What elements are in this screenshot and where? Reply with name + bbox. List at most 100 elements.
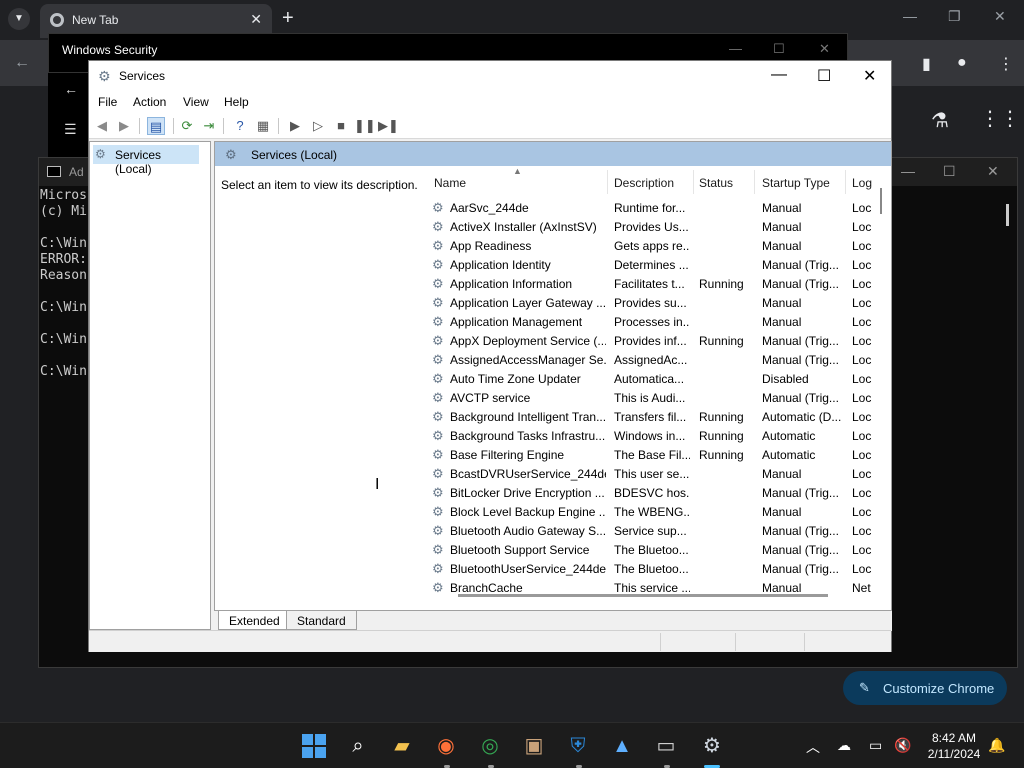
services-minimize-icon[interactable]: —	[771, 66, 787, 84]
close-icon[interactable]: ✕	[994, 8, 1006, 25]
column-header-log-on-as[interactable]: Log	[852, 176, 872, 190]
windows-security-icon[interactable]: ⛨	[563, 731, 593, 761]
hamburger-menu-icon[interactable]: ☰	[64, 121, 77, 138]
start-service-alt-icon[interactable]: ▷	[309, 117, 327, 135]
column-header-startup-type[interactable]: Startup Type	[762, 176, 830, 190]
labs-flask-icon[interactable]: ⚗	[931, 108, 949, 133]
winsec-close-icon[interactable]: ✕	[819, 41, 830, 57]
photos-icon[interactable]: ▲	[607, 731, 637, 761]
services-close-icon[interactable]: ✕	[863, 66, 876, 86]
app-icon[interactable]: ▣	[519, 731, 549, 761]
table-row[interactable]: ⚙ Application Management Processes in... Ma…	[428, 313, 891, 332]
tab-search-button[interactable]: ▼	[8, 8, 30, 30]
column-divider[interactable]	[754, 170, 755, 194]
menu-view[interactable]: View	[183, 95, 209, 109]
start-service-icon[interactable]: ▶	[286, 117, 304, 135]
table-row[interactable]: ⚙ Background Intelligent Tran... Transfers…	[428, 408, 891, 427]
onedrive-icon[interactable]: ☁	[837, 737, 851, 754]
cmd-scrollbar[interactable]	[1006, 204, 1009, 226]
back-icon[interactable]: ◀	[93, 117, 111, 135]
firefox-icon[interactable]: ◉	[431, 731, 461, 761]
stop-service-icon[interactable]: ■	[332, 117, 350, 135]
back-arrow-icon[interactable]: ←	[64, 81, 78, 97]
table-row[interactable]: ⚙ Block Level Backup Engine ... The WBENG.…	[428, 503, 891, 522]
table-row[interactable]: ⚙ AppX Deployment Service (... Provides in…	[428, 332, 891, 351]
menu-dots-icon[interactable]: ⋮	[998, 54, 1014, 74]
cell-description: The Base Fil...	[614, 448, 690, 462]
column-header-description[interactable]: Description	[614, 176, 674, 190]
table-row[interactable]: ⚙ BitLocker Drive Encryption ... BDESVC ho…	[428, 484, 891, 503]
export-list-icon[interactable]: ⇥	[200, 117, 218, 135]
cmd-close-icon[interactable]: ✕	[987, 163, 999, 180]
table-row[interactable]: ⚙ Application Information Facilitates t...…	[428, 275, 891, 294]
minimize-icon[interactable]: —	[903, 8, 917, 24]
column-divider[interactable]	[607, 170, 608, 194]
pause-service-icon[interactable]: ❚❚	[354, 117, 376, 135]
network-icon[interactable]: ▭	[869, 737, 882, 754]
file-explorer-icon[interactable]: ▰	[387, 731, 417, 761]
cell-description: Gets apps re...	[614, 239, 690, 253]
start-button[interactable]	[302, 734, 326, 758]
tab-title: New Tab	[72, 13, 119, 27]
column-header-status[interactable]: Status	[699, 176, 733, 190]
table-row[interactable]: ⚙ App Readiness Gets apps re... Manual Loc	[428, 237, 891, 256]
search-icon[interactable]: ⌕	[343, 731, 373, 761]
winsec-maximize-icon[interactable]: ☐	[773, 41, 785, 57]
services-maximize-icon[interactable]: ☐	[817, 66, 831, 86]
cell-startup: Manual (Trig...	[762, 486, 839, 500]
details-header-label: Services (Local)	[251, 148, 338, 162]
table-row[interactable]: ⚙ BcastDVRUserService_244de This user se..…	[428, 465, 891, 484]
table-row[interactable]: ⚙ AVCTP service This is Audi... Manual (Tri…	[428, 389, 891, 408]
cell-status: Running	[699, 277, 744, 291]
service-gear-icon: ⚙	[432, 200, 444, 215]
terminal-icon[interactable]: ▭	[651, 731, 681, 761]
chevron-up-icon[interactable]: ︿	[806, 737, 820, 757]
tab-standard[interactable]: Standard	[286, 611, 357, 630]
new-tab-button[interactable]: +	[282, 7, 294, 30]
profile-icon[interactable]: ●	[957, 54, 967, 72]
side-panel-icon[interactable]: ▮	[922, 54, 931, 74]
table-row[interactable]: ⚙ AarSvc_244de Runtime for... Manual Loc	[428, 199, 891, 218]
table-row[interactable]: ⚙ Base Filtering Engine The Base Fil... Run…	[428, 446, 891, 465]
properties-icon[interactable]: ▦	[254, 117, 272, 135]
menu-help[interactable]: Help	[224, 95, 249, 109]
column-divider[interactable]	[845, 170, 846, 194]
table-row[interactable]: ⚙ Application Layer Gateway ... Provides s…	[428, 294, 891, 313]
menu-file[interactable]: File	[98, 95, 117, 109]
tab-extended[interactable]: Extended	[218, 611, 291, 630]
column-header-name[interactable]: Name	[434, 176, 466, 190]
restore-icon[interactable]: ❐	[948, 8, 961, 25]
clock[interactable]: 8:42 AM 2/11/2024	[918, 730, 990, 762]
table-row[interactable]: ⚙ BranchCache This service ... Manual Net	[428, 579, 891, 598]
volume-muted-icon[interactable]: 🔇	[894, 737, 911, 754]
table-row[interactable]: ⚙ Application Identity Determines ... Manua…	[428, 256, 891, 275]
customize-chrome-button[interactable]: ✎ Customize Chrome	[843, 671, 1007, 705]
refresh-icon[interactable]: ⟳	[178, 117, 196, 135]
cell-name: Auto Time Zone Updater	[450, 372, 581, 386]
menu-action[interactable]: Action	[133, 95, 166, 109]
help-icon[interactable]: ?	[231, 117, 249, 135]
table-row[interactable]: ⚙ ActiveX Installer (AxInstSV) Provides Us…	[428, 218, 891, 237]
table-row[interactable]: ⚙ Background Tasks Infrastru... Windows in…	[428, 427, 891, 446]
back-arrow-icon[interactable]: ←	[14, 54, 30, 72]
table-row[interactable]: ⚙ Bluetooth Audio Gateway S... Service sup…	[428, 522, 891, 541]
table-row[interactable]: ⚙ Bluetooth Support Service The Bluetoo...…	[428, 541, 891, 560]
column-divider[interactable]	[693, 170, 694, 194]
cell-name: App Readiness	[450, 239, 532, 253]
table-row[interactable]: ⚙ Auto Time Zone Updater Automatica... Disa…	[428, 370, 891, 389]
winsec-minimize-icon[interactable]: —	[729, 41, 742, 56]
chrome-icon[interactable]: ◎	[475, 731, 505, 761]
show-hide-console-tree-icon[interactable]: ▤	[147, 117, 165, 135]
table-row[interactable]: ⚙ AssignedAccessManager Se... AssignedAc..…	[428, 351, 891, 370]
notification-bell-icon[interactable]: 🔔	[988, 737, 1005, 754]
cmd-maximize-icon[interactable]: ☐	[943, 163, 956, 180]
cmd-minimize-icon[interactable]: —	[901, 163, 915, 179]
tree-item-services-local[interactable]: ⚙ Services (Local)	[93, 145, 199, 176]
restart-service-icon[interactable]: ▶❚	[378, 117, 399, 135]
cell-description: Transfers fil...	[614, 410, 687, 424]
services-gear-icon[interactable]: ⚙	[697, 731, 727, 761]
table-row[interactable]: ⚙ BluetoothUserService_244de The Bluetoo..…	[428, 560, 891, 579]
forward-icon[interactable]: ▶	[115, 117, 133, 135]
apps-grid-icon[interactable]: ⋮⋮	[980, 106, 1020, 131]
tab-close-icon[interactable]: ✕	[250, 11, 262, 28]
